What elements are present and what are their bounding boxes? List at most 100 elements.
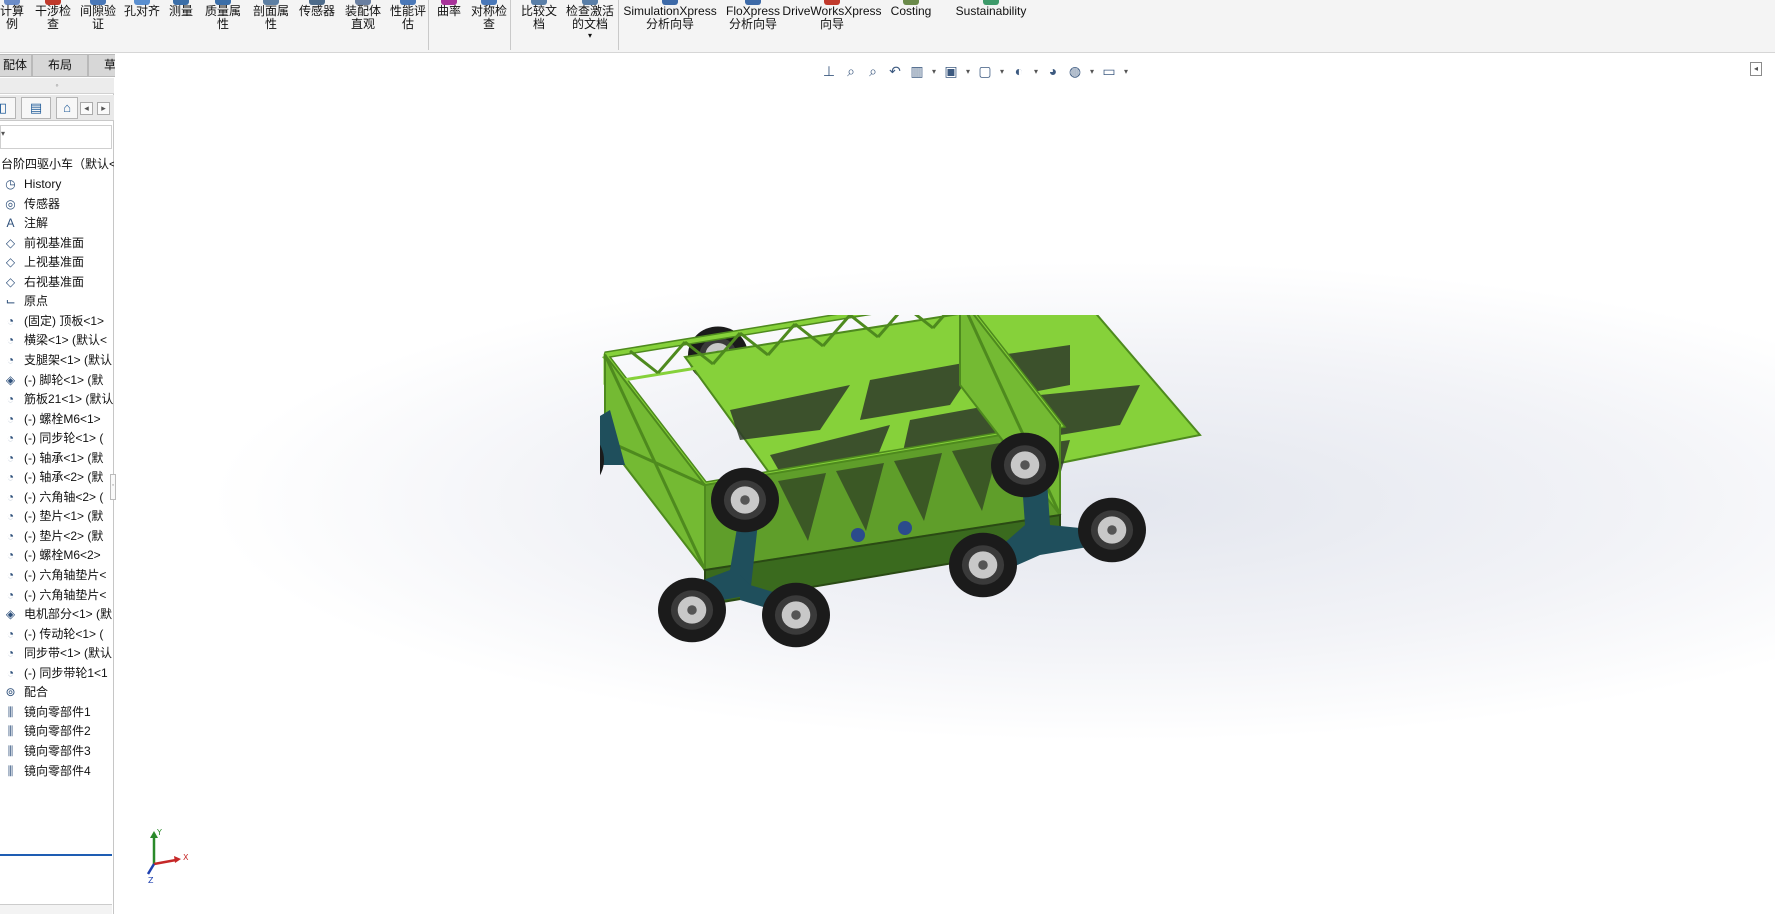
part-icon: ◔ [6,411,15,426]
compare-docs-button[interactable]: 比较文档 [514,0,564,30]
tree-item[interactable]: ◔ (-) 螺栓M6<1> [0,409,114,429]
edit-appearance-icon[interactable]: ◕ [1044,62,1062,80]
perf-eval-button[interactable]: 性能评估 [388,0,428,30]
floxpress-button[interactable]: FloXpress 分析向导 [718,0,788,30]
tree-item[interactable]: ◈ (-) 脚轮<1> (默 [0,370,114,390]
check-active-button[interactable]: 检查激活 的文档 ▾ [562,0,618,43]
tree-item[interactable]: ◔ (固定) 顶板<1> [0,311,114,331]
tree-item[interactable]: ◔ (-) 螺栓M6<2> [0,545,114,565]
view-settings-icon[interactable]: ▭ [1100,62,1118,80]
tree-item[interactable]: ◔ (-) 垫片<1> (默 [0,506,114,526]
hole-align-button[interactable]: 孔对齐 [122,0,162,18]
tree-item[interactable]: ◇ 右视基准面 [0,272,114,292]
tree-item[interactable]: ⌙ 原点 [0,291,114,311]
previous-view-icon[interactable]: ↶ [886,62,904,80]
assembly-model[interactable] [536,286,1280,725]
panel-handle[interactable]: ◦ [0,78,114,94]
wheel-axle [1020,460,1030,470]
heads-up-view-toolbar: ⊥ ⌕ ⌕ ↶ ▥ ▾ ▣ ▾ ▢ ▾ ◐ ▾ ◕ ◍ ▾ ▭ ▾ [820,60,1130,82]
wheel-axle [740,495,750,505]
part-icon: ◔ [6,333,15,348]
chevron-down-icon[interactable]: ▾ [1088,67,1096,76]
curvature-button[interactable]: 曲率 [434,0,464,18]
view-orientation-icon[interactable]: ⊥ [820,62,838,80]
tab-1[interactable]: 布局 [32,54,88,77]
chevron-down-icon[interactable]: ▾ [1032,67,1040,76]
tree-filter-field[interactable]: ▾ [0,125,112,149]
apply-scene-icon[interactable]: ◍ [1066,62,1084,80]
zoom-area-icon[interactable]: ⌕ [864,62,882,80]
rollback-bar[interactable] [0,854,112,856]
tree-item[interactable]: ◇ 上视基准面 [0,252,114,272]
view-orientation-dropdown-icon[interactable]: ▣ [942,62,960,80]
tree-item[interactable]: ◔ (-) 轴承<2> (默 [0,467,114,487]
chevron-down-icon[interactable]: ▾ [964,67,972,76]
tree-item[interactable]: A 注解 [0,213,114,233]
tree-item[interactable]: ◔ (-) 六角轴垫片< [0,565,114,585]
tab-0[interactable]: 配体 [0,54,32,77]
tree-item[interactable]: ◔ (-) 六角轴垫片< [0,585,114,605]
tree-item[interactable]: ⫼ 镜向零部件2 [0,721,114,741]
tree-item[interactable]: ◔ 筋板21<1> (默认 [0,389,114,409]
tab-scroll-left-button[interactable]: ◂ [80,102,93,115]
tree-item[interactable]: ◔ (-) 轴承<1> (默 [0,448,114,468]
tree-item-label: (-) 六角轴垫片< [24,587,107,602]
tree-item-label: (-) 螺栓M6<2> [24,548,101,563]
tree-item[interactable]: ⫼ 镜向零部件3 [0,741,114,761]
calc-button[interactable]: 计算例 [0,0,24,30]
clearance-button[interactable]: 间隙验证 [78,0,118,30]
tree-item[interactable]: ⊚ 配合 [0,682,114,702]
chevron-down-icon[interactable]: ▾ [1122,67,1130,76]
tree-item[interactable]: ◔ (-) 同步轮<1> ( [0,428,114,448]
tree-item[interactable]: ◔ 支腿架<1> (默认 [0,350,114,370]
tree-item-label: 镜向零部件3 [24,743,91,758]
tree-item[interactable]: ◔ 横梁<1> (默认< [0,330,114,350]
driveworksxpress-button[interactable]: DriveWorksXpress 向导 [782,0,882,30]
symmetry-button[interactable]: 对称检查 [466,0,512,30]
display-style-icon[interactable]: ▢ [976,62,994,80]
tree-item[interactable]: ⫼ 镜向零部件1 [0,702,114,722]
part-icon: ◔ [6,665,15,680]
configurationmanager-tab[interactable]: ⌂ [56,97,78,119]
simulationxpress-button[interactable]: SimulationXpress 分析向导 [622,0,718,30]
chevron-down-icon[interactable]: ▾ [930,67,938,76]
section-view-icon[interactable]: ▥ [908,62,926,80]
tree-item[interactable]: ◔ (-) 传动轮<1> ( [0,624,114,644]
part-icon: ◔ [6,489,15,504]
tree-item[interactable]: ◔ 同步带<1> (默认 [0,643,114,663]
sustainability-button[interactable]: Sustainability [950,0,1032,18]
tree-item[interactable]: ◔ (-) 同步带轮1<1 [0,663,114,683]
tree-item[interactable]: ◇ 前视基准面 [0,233,114,253]
filter-dropdown-icon[interactable]: ▾ [1,129,5,138]
tree-item[interactable]: ◔ (-) 六角轴<2> ( [0,487,114,507]
subassembly-icon: ◈ [5,607,16,622]
button-label-line: 装配体 [344,4,381,18]
tree-item[interactable]: ⫼ 镜向零部件4 [0,761,114,781]
button-label-line: 性 [216,16,229,31]
hide-show-icon[interactable]: ◐ [1010,62,1028,80]
tree-item[interactable]: ◷ History [0,174,114,194]
tree-item[interactable]: ◈ 电机部分<1> (默 [0,604,114,624]
zoom-to-fit-icon[interactable]: ⌕ [842,62,860,80]
tree-root-assembly[interactable]: 台阶四驱小车（默认< [0,154,114,174]
motor-bolt [851,528,865,542]
chevron-down-icon[interactable]: ▾ [562,30,618,43]
section-props-button[interactable]: 剖面属性 [248,0,294,30]
propertymanager-tab[interactable]: ▤ [21,97,51,119]
assembly-vis-button[interactable]: 装配体 直观 [340,0,386,30]
tree-item-label: 支腿架<1> (默认 [24,352,113,367]
featuremanager-tab[interactable]: ◧ [0,97,16,119]
interference-button[interactable]: 干涉检查 [30,0,76,30]
measure-button[interactable]: 测量 [166,0,196,18]
collapse-taskpane-button[interactable]: ◂ [1750,62,1762,76]
mass-props-button[interactable]: 质量属性 [200,0,246,30]
panel-scrollbar[interactable] [0,904,112,914]
tree-item[interactable]: ◎ 传感器 [0,194,114,214]
tree-item-label: 原点 [24,294,49,309]
tab-scroll-right-button[interactable]: ▸ [97,102,110,115]
panel-resize-handle[interactable]: ◦ [110,474,116,500]
tree-item[interactable]: ◔ (-) 垫片<2> (默 [0,526,114,546]
sensor-button[interactable]: 传感器 [296,0,338,18]
chevron-down-icon[interactable]: ▾ [998,67,1006,76]
costing-button[interactable]: Costing [886,0,936,18]
